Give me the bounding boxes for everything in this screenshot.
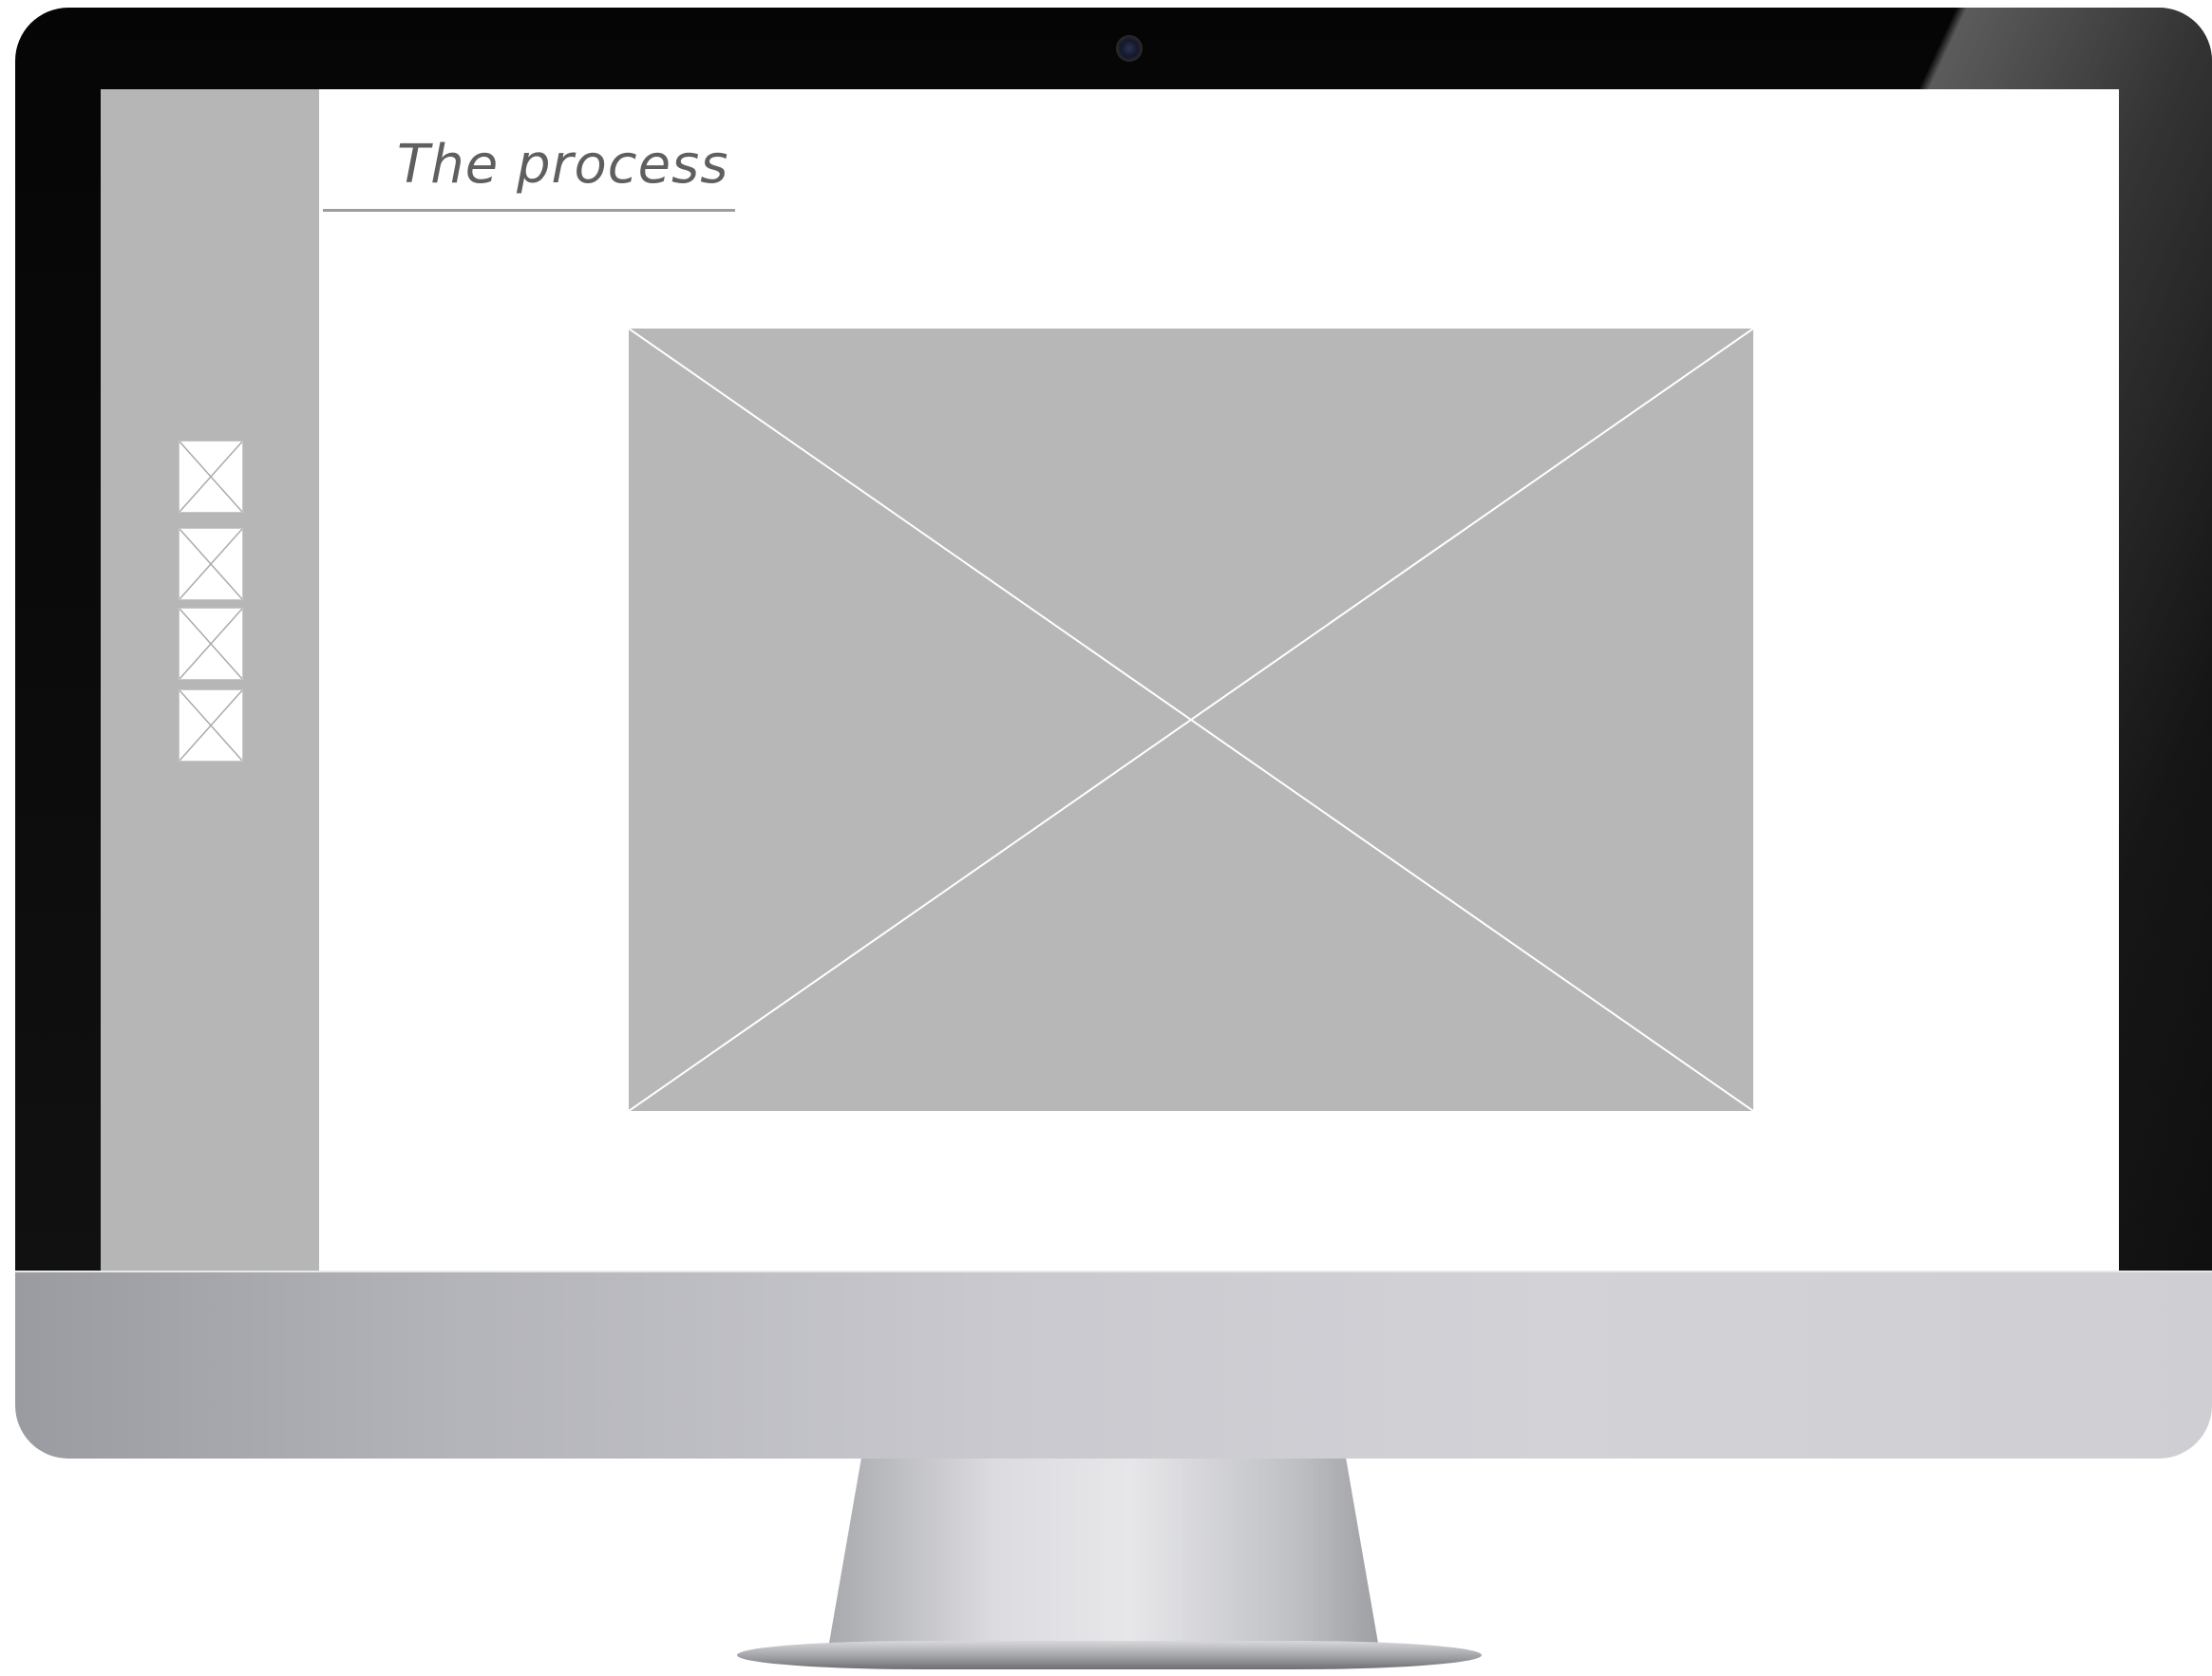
hero-image-placeholder[interactable] [629, 329, 1753, 1111]
monitor-mockup: The process [0, 0, 2212, 1676]
monitor-stand-base [737, 1641, 1482, 1669]
image-placeholder-icon [629, 329, 1753, 1111]
page-title: The process [397, 134, 729, 196]
image-placeholder-icon [180, 529, 242, 599]
image-placeholder-icon [180, 442, 242, 512]
monitor-chin [15, 1271, 2212, 1459]
sidebar-thumbnail-1[interactable] [179, 441, 243, 513]
sidebar-thumbnail-2[interactable] [179, 528, 243, 600]
sidebar [101, 89, 319, 1271]
sidebar-thumbnail-3[interactable] [179, 608, 243, 680]
title-underline [323, 209, 735, 212]
screen: The process [101, 89, 2119, 1271]
sidebar-thumbnail-4[interactable] [179, 689, 243, 762]
image-placeholder-icon [180, 609, 242, 679]
image-placeholder-icon [180, 690, 242, 761]
webcam-icon [1116, 35, 1143, 62]
monitor-stand [828, 1459, 1379, 1648]
